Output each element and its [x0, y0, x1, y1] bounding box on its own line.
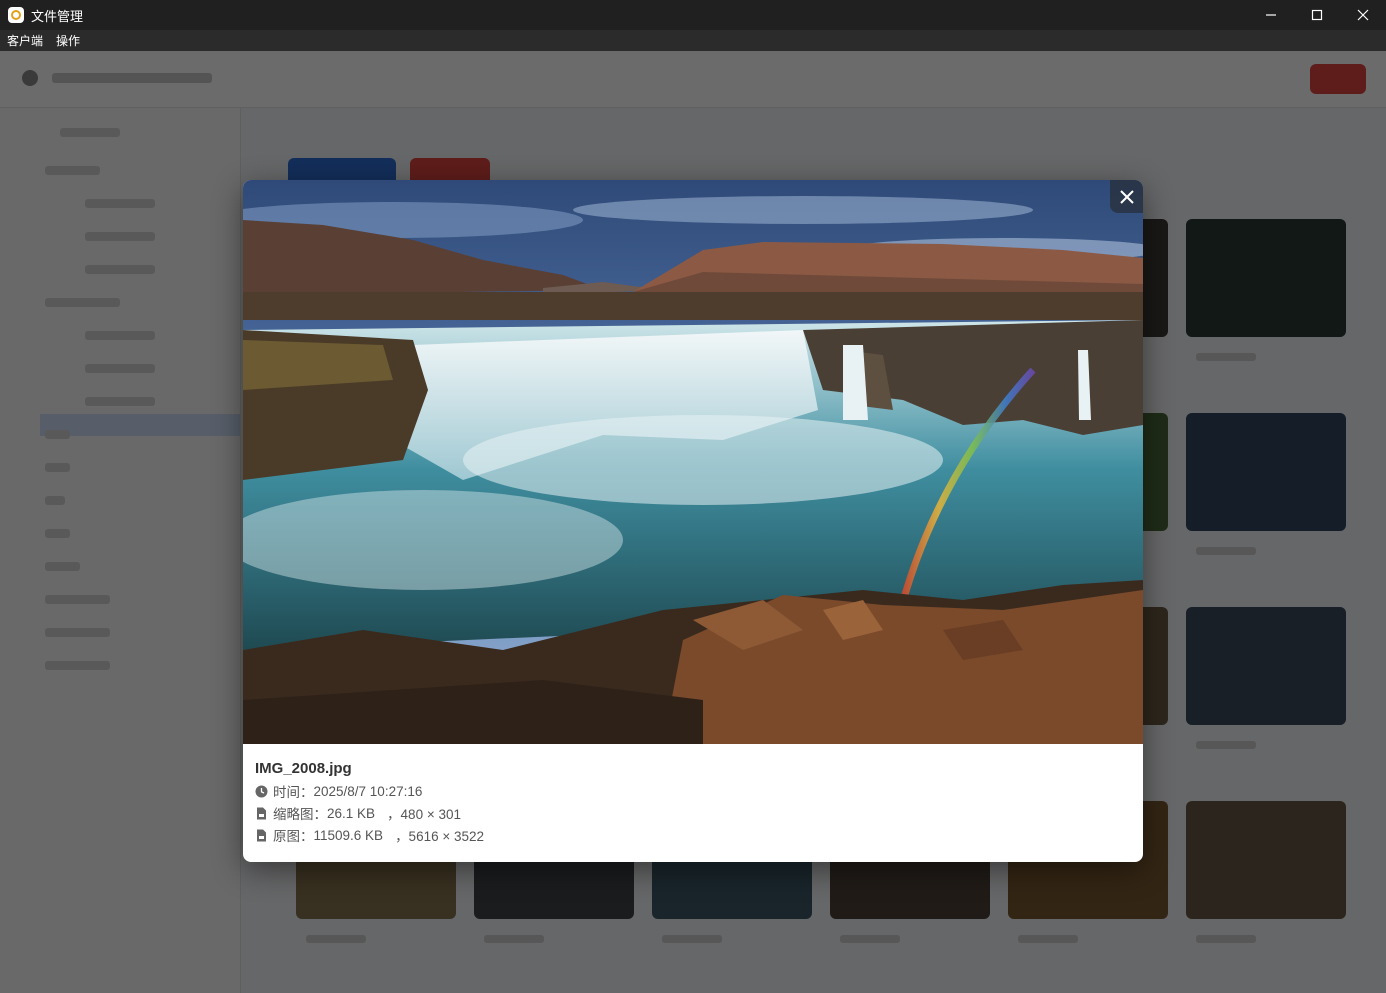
window-controls: [1248, 0, 1386, 30]
title-bar: 文件管理: [0, 0, 1386, 30]
clock-icon: [255, 785, 268, 798]
time-value: 2025/8/7 10:27:16: [313, 783, 423, 799]
minimize-button[interactable]: [1248, 0, 1294, 30]
original-label: 原图：: [273, 829, 314, 844]
image-file-name: IMG_2008.jpg: [255, 760, 352, 777]
thumbnail-dimensions: ，480 × 301: [387, 807, 461, 822]
window-title: 文件管理: [31, 8, 84, 24]
preview-image: [243, 180, 1143, 744]
menu-item-operation[interactable]: 操作: [50, 32, 86, 49]
original-row: 原图： 11509.6 KB ，5616 × 3522: [255, 824, 1131, 846]
file-icon: [255, 829, 268, 842]
image-info-panel: IMG_2008.jpg 时间： 2025/8/7 10:27:16 缩略图： …: [255, 744, 1131, 846]
original-dimensions: ，5616 × 3522: [395, 829, 485, 844]
close-preview-button[interactable]: [1110, 180, 1143, 213]
thumbnail-row: 缩略图： 26.1 KB ，480 × 301: [255, 802, 1131, 824]
close-icon: [1357, 9, 1369, 21]
thumbnail-label: 缩略图：: [273, 807, 327, 822]
thumbnail-size: 26.1 KB: [327, 805, 376, 821]
time-row: 时间： 2025/8/7 10:27:16: [255, 780, 1131, 802]
close-icon: [1119, 189, 1134, 204]
app-logo-icon: [8, 7, 24, 23]
minimize-icon: [1266, 14, 1276, 16]
close-window-button[interactable]: [1340, 0, 1386, 30]
menu-bar: 客户端 操作: [0, 30, 1386, 51]
maximize-button[interactable]: [1294, 0, 1340, 30]
time-label: 时间：: [273, 785, 314, 800]
image-preview-dialog: IMG_2008.jpg 时间： 2025/8/7 10:27:16 缩略图： …: [243, 180, 1143, 862]
menu-item-client[interactable]: 客户端: [1, 32, 49, 49]
original-size: 11509.6 KB: [313, 827, 384, 843]
file-icon: [255, 807, 268, 820]
maximize-icon: [1311, 9, 1323, 21]
